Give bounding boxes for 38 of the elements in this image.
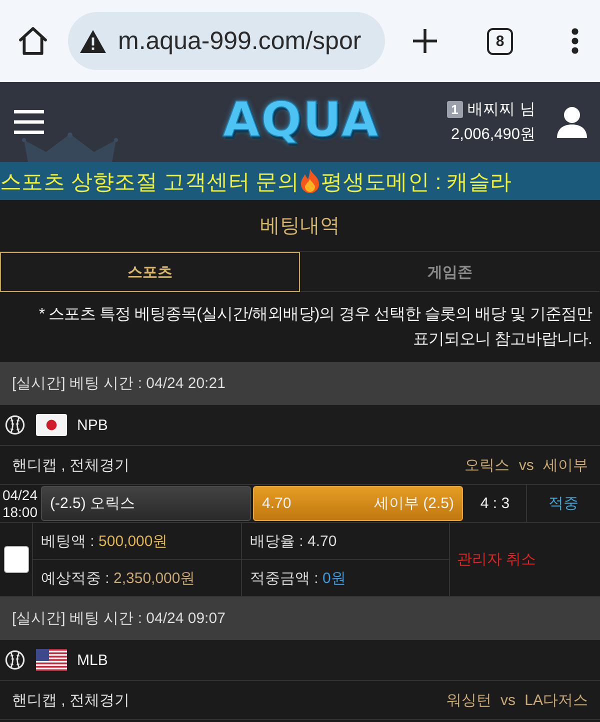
user-balance: 2,006,490원 xyxy=(451,125,536,145)
tab-count-button[interactable]: 8 xyxy=(487,28,513,54)
more-icon[interactable] xyxy=(571,28,579,54)
bet-time-header: [실시간] 베팅 시간 : 04/24 20:21 xyxy=(0,362,600,405)
league-name: NPB xyxy=(77,416,108,434)
market-type: 핸디캡 , 전체경기 xyxy=(12,690,130,710)
user-name: 배찌찌 님 xyxy=(468,100,536,120)
bet-detail-text: 베팅액 : 500,000원 xyxy=(33,523,242,560)
site-logo[interactable]: AQUA xyxy=(222,96,380,144)
plus-icon[interactable] xyxy=(412,28,438,54)
home-icon[interactable] xyxy=(19,27,47,55)
match-teams: 워싱턴 vs LA다저스 xyxy=(446,690,588,710)
match-teams: 오릭스 vs 세이부 xyxy=(464,456,588,474)
us-flag-icon xyxy=(36,649,67,671)
checkbox[interactable] xyxy=(4,546,28,573)
address-bar[interactable]: m.aqua-999.com/spor xyxy=(68,12,385,70)
user-icon[interactable] xyxy=(556,106,588,138)
category-tab[interactable]: 스포츠 xyxy=(0,252,300,292)
japan-flag-icon xyxy=(36,414,67,436)
market-type: 핸디캡 , 전체경기 xyxy=(12,456,130,474)
odds-option: 4.70 세이부 (2.5) xyxy=(253,486,463,521)
match-score: 4 : 3 xyxy=(479,494,511,514)
baseball-icon xyxy=(5,415,25,435)
bet-result: 적중 xyxy=(526,485,600,522)
bet-detail-text: 배당율 : 4.70 xyxy=(242,523,450,560)
match-date: 04/24 xyxy=(2,486,38,504)
notice-ticker-text: 평생도메인 : 캐슬라 xyxy=(321,168,512,196)
warning-icon xyxy=(80,30,106,52)
notice-ticker-text: 스포츠 상향조절 고객센터 문의 xyxy=(0,168,300,196)
fire-icon xyxy=(300,169,320,193)
bet-time-header: [실시간] 베팅 시간 : 04/24 09:07 xyxy=(0,597,600,640)
match-time: 18:00 xyxy=(2,504,38,520)
menu-icon[interactable] xyxy=(14,109,44,135)
league-name: MLB xyxy=(77,652,108,668)
odds-option: (-2.5) 오릭스 xyxy=(41,486,251,521)
notice-text: * 스포츠 특정 베팅종목(실시간/해외배당)의 경우 선택한 슬롯의 배당 및 기준점만 표기되오니 참고바랍니다. xyxy=(38,305,594,350)
level-badge: 1 xyxy=(446,101,463,118)
baseball-icon xyxy=(5,650,25,670)
